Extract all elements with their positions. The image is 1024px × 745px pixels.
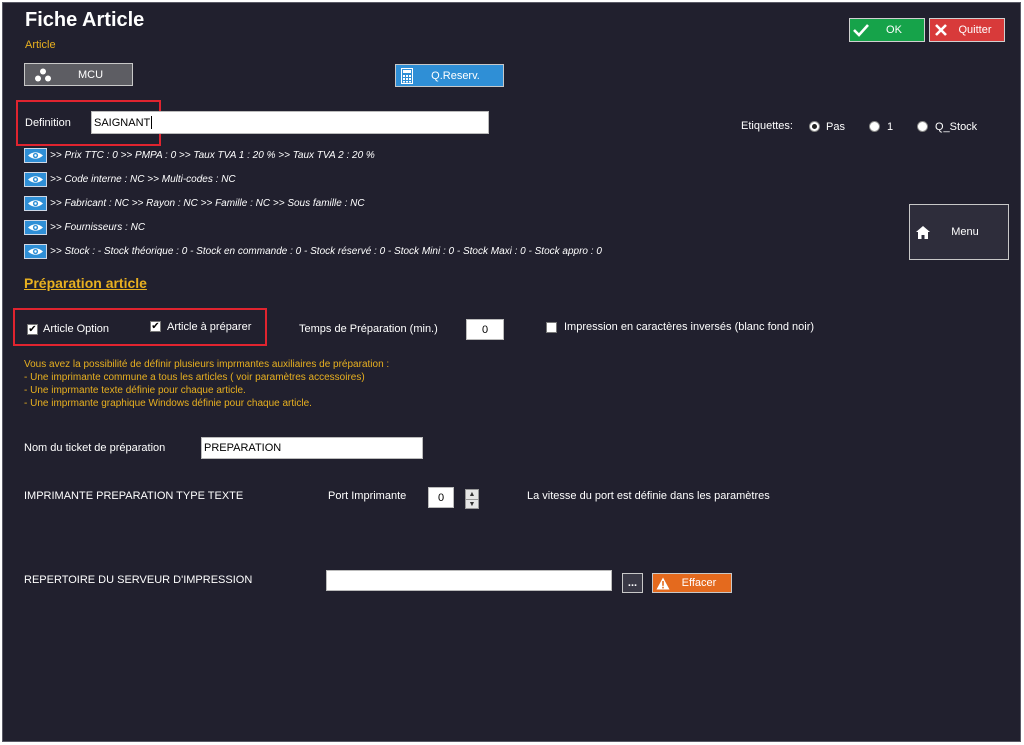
temps-value: 0 [481,323,489,336]
eye-icon[interactable] [24,172,47,187]
page-subtitle: Article [25,39,56,51]
browse-button[interactable]: ... [622,573,643,593]
eye-icon[interactable] [24,220,47,235]
etiquettes-radio-qstock[interactable] [917,121,928,132]
help-line: - Une imprmante texte définie pour chaqu… [24,385,246,396]
page-title: Fiche Article [25,9,145,31]
temps-label: Temps de Préparation (min.) [299,323,438,335]
mcu-button[interactable]: MCU [24,63,133,86]
etiquettes-option-qstock: Q_Stock [935,121,978,133]
quit-button[interactable]: Quitter [929,18,1005,42]
article-a-preparer-label: Article à préparer [167,321,252,333]
imprimante-texte-label: IMPRIMANTE PREPARATION TYPE TEXTE [24,490,244,502]
info-line-codes: >> Code interne : NC >> Multi-codes : NC [50,174,236,185]
info-line-fabricant: >> Fabricant : NC >> Rayon : NC >> Famil… [50,198,365,209]
definition-label: Definition [25,117,71,129]
menu-label: Menu [951,226,979,238]
temps-input[interactable]: 0 [466,319,504,340]
impression-inverse-label: Impression en caractères inversés (blanc… [564,321,815,333]
repertoire-input[interactable] [326,570,612,591]
port-note: La vitesse du port est définie dans les … [527,490,770,502]
etiquettes-radio-pas[interactable] [809,121,820,132]
definition-value: SAIGNANT [94,116,151,129]
impression-inverse-checkbox[interactable] [546,322,557,333]
spin-up-icon[interactable]: ▲ [466,490,478,500]
section-title-preparation: Préparation article [24,275,147,291]
ticket-label: Nom du ticket de préparation [24,442,166,454]
port-stepper[interactable]: ▲ ▼ [465,489,479,509]
calculator-icon [396,67,418,84]
etiquettes-label: Etiquettes: [741,120,793,132]
text-cursor [151,116,153,129]
effacer-button[interactable]: Effacer [652,573,732,593]
etiquettes-option-pas: Pas [826,121,845,133]
definition-input[interactable]: SAIGNANT [91,111,489,134]
eye-icon[interactable] [24,148,47,163]
port-label: Port Imprimante [328,490,407,502]
help-line: - Une imprmante graphique Windows défini… [24,398,312,409]
home-icon [910,225,936,239]
etiquettes-radio-1[interactable] [869,121,880,132]
info-line-fournisseurs: >> Fournisseurs : NC [50,222,146,233]
help-line: Vous avez la possibilité de définir plus… [24,359,390,370]
close-icon [930,19,952,41]
qreserv-label: Q.Reserv. [431,69,480,82]
qreserv-button[interactable]: Q.Reserv. [395,64,504,87]
spin-down-icon[interactable]: ▼ [466,500,478,509]
ok-label: OK [886,24,902,36]
check-icon [850,19,872,41]
article-window: Fiche Article Article OK Quitter MCU Q.R… [2,2,1021,742]
browse-label: ... [627,577,638,589]
effacer-label: Effacer [681,577,717,589]
help-line: - Une imprimante commune a tous les arti… [24,372,365,383]
eye-icon[interactable] [24,244,47,259]
article-option-label: Article Option [43,323,110,335]
article-option-checkbox[interactable]: ✔ [27,324,38,335]
repertoire-label: REPERTOIRE DU SERVEUR D'IMPRESSION [24,574,253,586]
port-value: 0 [437,491,445,504]
ticket-value: PREPARATION [204,442,282,454]
info-line-prix: >> Prix TTC : 0 >> PMPA : 0 >> Taux TVA … [50,150,375,161]
etiquettes-option-1: 1 [887,121,894,133]
mcu-label: MCU [77,68,104,81]
article-a-preparer-checkbox[interactable]: ✔ [150,321,161,332]
ok-button[interactable]: OK [849,18,925,42]
info-line-stock: >> Stock : - Stock théorique : 0 - Stock… [50,246,602,257]
eye-icon[interactable] [24,196,47,211]
ticket-input[interactable]: PREPARATION [201,437,423,459]
port-input[interactable]: 0 [428,487,454,508]
menu-button[interactable]: Menu [909,204,1009,260]
help-text: Vous avez la possibilité de définir plus… [24,358,389,410]
quit-label: Quitter [958,24,992,36]
circles-icon [25,68,61,82]
warning-icon [653,577,673,590]
